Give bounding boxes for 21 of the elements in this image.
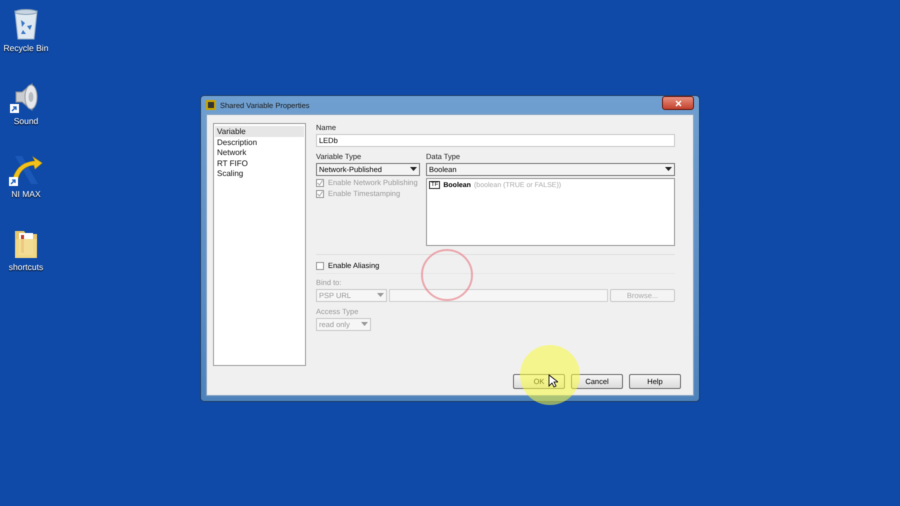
dropdown-caret-icon [410, 167, 417, 172]
dropdown-caret-icon [377, 293, 384, 298]
click-ring [421, 249, 473, 301]
url-field[interactable] [389, 289, 608, 302]
close-icon [674, 100, 682, 106]
category-item[interactable]: Scaling [215, 168, 304, 178]
desktop-icon-label[interactable]: Sound [14, 116, 38, 126]
checkbox[interactable] [316, 262, 324, 270]
recycle-bin-icon [12, 8, 40, 40]
category-item[interactable]: Network [215, 147, 304, 158]
close-button[interactable] [662, 96, 694, 110]
dropdown-caret-icon [361, 322, 368, 327]
dropdown-caret-icon [665, 167, 672, 172]
desktop-icon-label[interactable]: NI MAX [11, 189, 41, 199]
category-item[interactable]: RT FIFO [215, 158, 304, 168]
category-item[interactable]: Variable [215, 126, 304, 136]
category-item[interactable]: Description [215, 136, 304, 147]
desktop-icon-label[interactable]: shortcuts [8, 262, 44, 272]
mouse-cursor-icon [548, 374, 558, 388]
desktop-icon-label[interactable]: Recycle Bin [4, 43, 48, 53]
app-icon [206, 100, 216, 110]
